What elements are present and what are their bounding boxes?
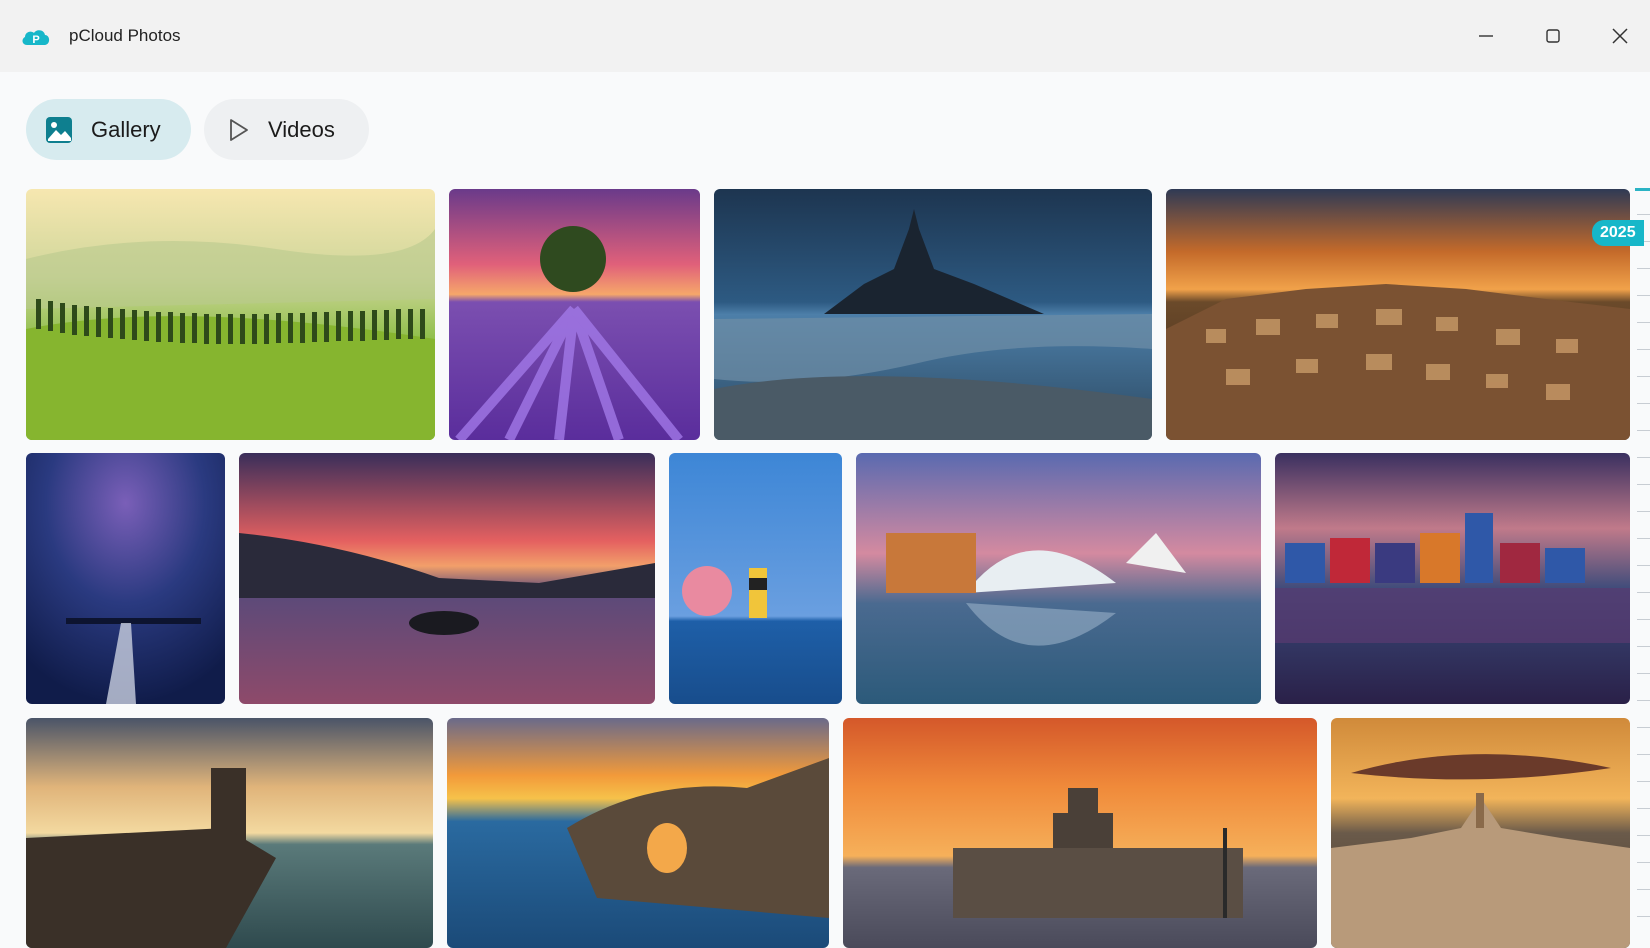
tab-label: Gallery [91, 116, 161, 142]
photo-thumbnail[interactable] [1275, 453, 1630, 704]
minimize-icon [1479, 35, 1493, 37]
title-bar: P pCloud Photos [0, 0, 1650, 72]
year-badge: 2025 [1592, 220, 1644, 246]
photo-image [669, 453, 842, 704]
pcloud-logo-icon: P [22, 30, 50, 46]
photo-thumbnail[interactable] [26, 718, 433, 948]
tab-videos[interactable]: Videos [204, 99, 369, 160]
maximize-icon [1546, 29, 1560, 43]
scrollbar-position-indicator [1635, 188, 1650, 191]
photo-thumbnail[interactable] [447, 718, 829, 948]
maximize-button[interactable] [1525, 16, 1581, 56]
photo-thumbnail[interactable] [1166, 189, 1630, 440]
photo-image [449, 189, 700, 440]
close-button[interactable] [1592, 16, 1648, 56]
photo-image [856, 453, 1261, 704]
photo-image [447, 718, 829, 948]
photo-image [1331, 718, 1630, 948]
photo-thumbnail[interactable] [843, 718, 1317, 948]
tab-label: Videos [268, 116, 335, 142]
image-icon [45, 116, 73, 144]
photo-image [239, 453, 655, 704]
photo-thumbnail[interactable] [714, 189, 1152, 440]
photo-thumbnail[interactable] [1331, 718, 1630, 948]
photo-thumbnail[interactable] [449, 189, 700, 440]
svg-text:P: P [32, 34, 39, 46]
photo-image [843, 718, 1317, 948]
photo-thumbnail[interactable] [856, 453, 1261, 704]
photo-image [1275, 453, 1630, 704]
photo-thumbnail[interactable] [669, 453, 842, 704]
photo-image [1166, 189, 1630, 440]
photo-image [26, 189, 435, 440]
photo-thumbnail[interactable] [26, 189, 435, 440]
app-title: pCloud Photos [69, 26, 181, 45]
photo-image [26, 718, 433, 948]
timeline-scrollbar[interactable] [1637, 188, 1650, 928]
photo-image [714, 189, 1152, 440]
photo-image [26, 453, 225, 704]
photo-thumbnail[interactable] [26, 453, 225, 704]
play-icon [227, 117, 251, 143]
minimize-button[interactable] [1458, 16, 1514, 56]
close-icon [1612, 28, 1628, 44]
photo-thumbnail[interactable] [239, 453, 655, 704]
tab-gallery[interactable]: Gallery [26, 99, 191, 160]
